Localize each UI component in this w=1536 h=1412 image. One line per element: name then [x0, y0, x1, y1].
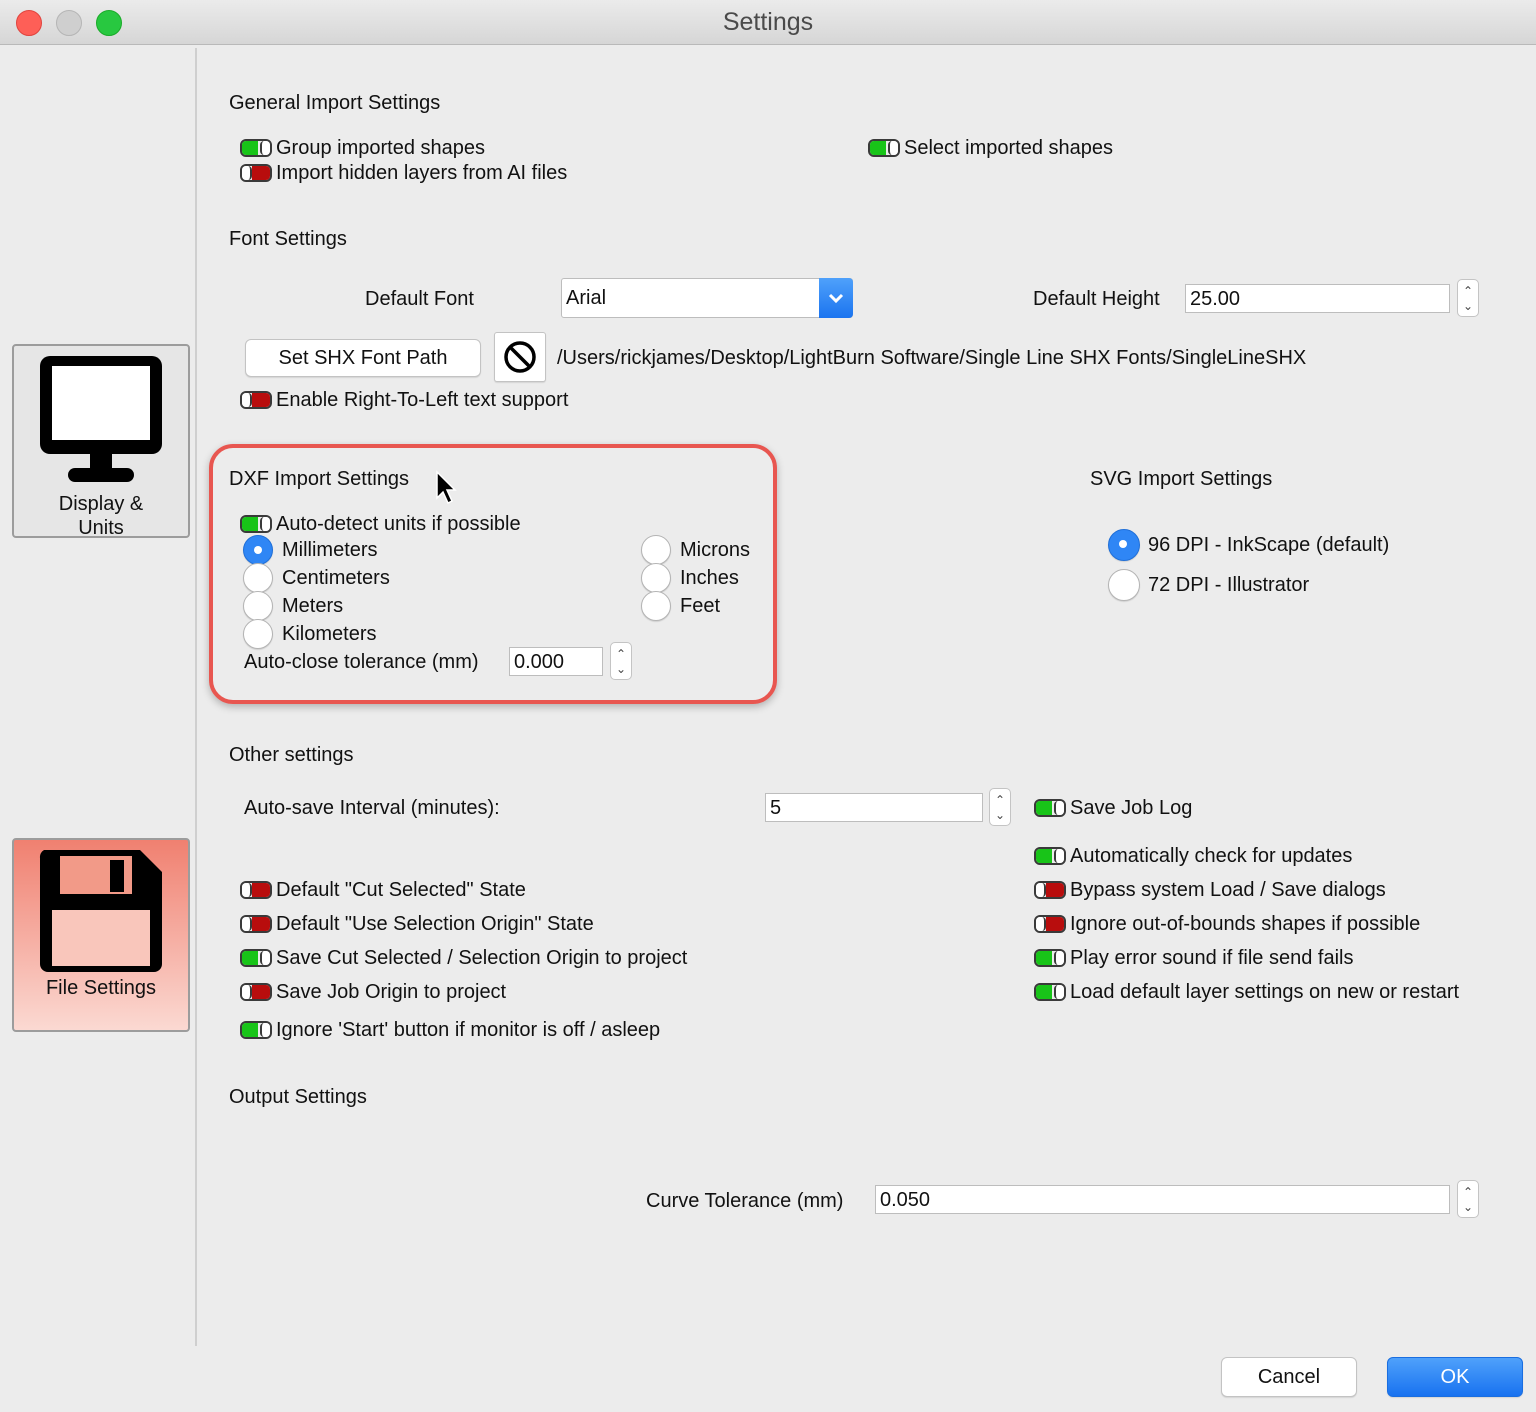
microns-label: Microns	[680, 539, 751, 561]
other-settings-heading: Other settings	[229, 744, 354, 766]
save-job-origin-label: Save Job Origin to project	[276, 981, 507, 1003]
output-settings-heading: Output Settings	[229, 1086, 367, 1108]
clear-shx-path-button[interactable]	[494, 332, 546, 382]
radio-72-dpi[interactable]	[1108, 569, 1140, 601]
auto-detect-units-label: Auto-detect units if possible	[276, 513, 521, 535]
meters-label: Meters	[282, 595, 344, 617]
millimeters-label: Millimeters	[282, 539, 378, 561]
radio-kilometers[interactable]	[243, 619, 273, 649]
select-shapes-toggle[interactable]	[868, 139, 900, 157]
svg-96-dpi-label: 96 DPI - InkScape (default)	[1148, 534, 1390, 556]
window-title: Settings	[722, 8, 814, 36]
error-sound-label: Play error sound if file send fails	[1070, 947, 1354, 969]
default-font-label: Default Font	[365, 288, 474, 310]
autosave-interval-input[interactable]: 5	[765, 793, 983, 822]
default-height-label: Default Height	[1033, 288, 1160, 310]
ignore-start-label: Ignore 'Start' button if monitor is off …	[276, 1019, 661, 1041]
ignore-start-toggle[interactable]	[240, 1021, 272, 1039]
default-height-stepper[interactable]: ⌃ ⌄	[1457, 279, 1479, 317]
cancel-button[interactable]: Cancel	[1221, 1357, 1357, 1397]
radio-microns[interactable]	[641, 535, 671, 565]
bypass-dialogs-toggle[interactable]	[1034, 881, 1066, 899]
file-settings-nav-button[interactable]: File Settings	[12, 838, 190, 1032]
general-import-heading: General Import Settings	[229, 92, 441, 114]
radio-centimeters[interactable]	[243, 563, 273, 593]
check-updates-toggle[interactable]	[1034, 847, 1066, 865]
feet-label: Feet	[680, 595, 721, 617]
monitor-icon	[40, 356, 162, 482]
auto-close-tolerance-label: Auto-close tolerance (mm)	[244, 651, 479, 673]
auto-detect-units-toggle[interactable]	[240, 515, 272, 533]
svg-heading: SVG Import Settings	[1090, 468, 1273, 490]
shx-path-text: /Users/rickjames/Desktop/LightBurn Softw…	[557, 347, 1307, 369]
save-job-origin-toggle[interactable]	[240, 983, 272, 1001]
error-sound-toggle[interactable]	[1034, 949, 1066, 967]
title-bar: Settings	[0, 0, 1536, 45]
radio-inches[interactable]	[641, 563, 671, 593]
auto-close-tolerance-stepper[interactable]: ⌃ ⌄	[610, 642, 632, 680]
save-cut-selected-toggle[interactable]	[240, 949, 272, 967]
save-job-log-toggle[interactable]	[1034, 799, 1066, 817]
save-job-log-label: Save Job Log	[1070, 797, 1193, 819]
group-shapes-toggle[interactable]	[240, 139, 272, 157]
dxf-heading: DXF Import Settings	[229, 468, 410, 490]
mouse-cursor-icon	[436, 470, 457, 505]
inches-label: Inches	[680, 567, 739, 589]
chevron-down-icon[interactable]	[819, 278, 853, 318]
select-shapes-label: Select imported shapes	[904, 137, 1114, 159]
rtl-toggle[interactable]	[240, 391, 272, 409]
prohibit-icon	[504, 341, 536, 373]
autosave-interval-stepper[interactable]: ⌃ ⌄	[989, 788, 1011, 826]
font-settings-heading: Font Settings	[229, 228, 347, 250]
hidden-layers-label: Import hidden layers from AI files	[276, 162, 568, 184]
curve-tolerance-label: Curve Tolerance (mm)	[646, 1190, 844, 1212]
centimeters-label: Centimeters	[282, 567, 390, 589]
svg-72-dpi-label: 72 DPI - Illustrator	[1148, 574, 1310, 596]
load-default-layer-label: Load default layer settings on new or re…	[1070, 981, 1460, 1003]
save-cut-selected-label: Save Cut Selected / Selection Origin to …	[276, 947, 688, 969]
group-shapes-label: Group imported shapes	[276, 137, 486, 159]
selection-origin-label: Default "Use Selection Origin" State	[276, 913, 594, 935]
sidebar-separator	[195, 48, 197, 1346]
ignore-out-of-bounds-toggle[interactable]	[1034, 915, 1066, 933]
display-units-nav-button[interactable]: Display & Units	[12, 344, 190, 539]
ok-button[interactable]: OK	[1387, 1357, 1523, 1397]
cut-selected-toggle[interactable]	[240, 881, 272, 899]
curve-tolerance-stepper[interactable]: ⌃ ⌄	[1457, 1180, 1479, 1218]
curve-tolerance-input[interactable]: 0.050	[875, 1185, 1450, 1214]
bypass-dialogs-label: Bypass system Load / Save dialogs	[1070, 879, 1386, 901]
floppy-disk-icon	[39, 850, 162, 972]
load-default-layer-toggle[interactable]	[1034, 983, 1066, 1001]
display-units-label: Display & Units	[58, 493, 144, 539]
radio-feet[interactable]	[641, 591, 671, 621]
radio-96-dpi[interactable]	[1108, 529, 1140, 561]
selection-origin-toggle[interactable]	[240, 915, 272, 933]
file-settings-label: File Settings	[45, 977, 157, 999]
hidden-layers-toggle[interactable]	[240, 164, 272, 182]
default-font-value: Arial	[566, 287, 607, 309]
check-updates-label: Automatically check for updates	[1070, 845, 1353, 867]
auto-close-tolerance-input[interactable]: 0.000	[509, 647, 603, 676]
cut-selected-label: Default "Cut Selected" State	[276, 879, 526, 901]
radio-millimeters[interactable]	[243, 535, 273, 565]
default-font-select[interactable]: Arial	[561, 278, 853, 318]
rtl-label: Enable Right-To-Left text support	[276, 389, 569, 411]
set-shx-font-path-button[interactable]: Set SHX Font Path	[245, 339, 481, 377]
ignore-out-of-bounds-label: Ignore out-of-bounds shapes if possible	[1070, 913, 1421, 935]
kilometers-label: Kilometers	[282, 623, 377, 645]
radio-meters[interactable]	[243, 591, 273, 621]
default-height-input[interactable]: 25.00	[1185, 284, 1450, 313]
autosave-interval-label: Auto-save Interval (minutes):	[244, 797, 500, 819]
